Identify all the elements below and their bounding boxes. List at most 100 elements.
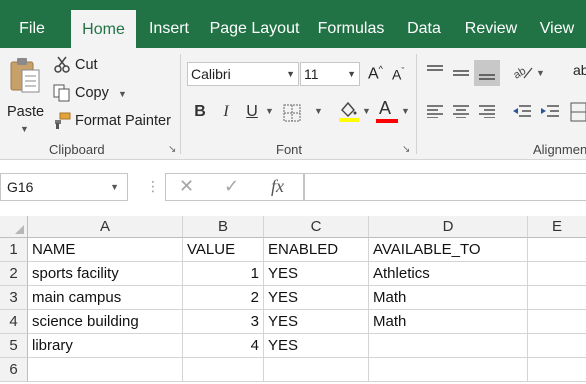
cell-e3[interactable] bbox=[528, 286, 586, 310]
cell-a6[interactable] bbox=[28, 358, 183, 382]
decrease-indent-icon[interactable] bbox=[512, 104, 532, 120]
chevron-down-icon: ▼ bbox=[286, 69, 295, 79]
align-bottom-button[interactable] bbox=[474, 60, 500, 86]
wrap-text-button[interactable]: ab bbox=[573, 62, 586, 78]
merge-center-icon[interactable] bbox=[570, 102, 586, 122]
row-header-5[interactable]: 5 bbox=[0, 334, 28, 358]
clipboard-group-label: Clipboard bbox=[49, 142, 105, 157]
tab-formulas[interactable]: Formulas bbox=[313, 10, 389, 48]
orientation-icon[interactable]: ab bbox=[512, 62, 534, 82]
align-left-icon[interactable] bbox=[426, 104, 444, 118]
borders-icon[interactable] bbox=[283, 104, 301, 122]
copy-button[interactable]: Copy bbox=[75, 85, 109, 101]
column-header-c[interactable]: C bbox=[264, 216, 369, 238]
cell-a5[interactable]: library bbox=[28, 334, 183, 358]
cell-d1[interactable]: AVAILABLE_TO bbox=[369, 238, 528, 262]
insert-function-button[interactable]: fx bbox=[258, 173, 304, 201]
font-name-select[interactable]: Calibri ▼ bbox=[187, 62, 299, 86]
font-launcher-icon[interactable]: ↘ bbox=[402, 144, 410, 155]
row-header-4[interactable]: 4 bbox=[0, 310, 28, 334]
cell-c6[interactable] bbox=[264, 358, 369, 382]
font-color-button[interactable]: A bbox=[376, 98, 398, 124]
font-size-value: 11 bbox=[304, 66, 319, 82]
row-header-2[interactable]: 2 bbox=[0, 262, 28, 286]
cell-e5[interactable] bbox=[528, 334, 586, 358]
paste-label: Paste bbox=[7, 104, 45, 120]
copy-dropdown-chevron-icon[interactable]: ▼ bbox=[118, 89, 127, 99]
increase-font-size-button[interactable]: A^ bbox=[368, 64, 383, 83]
cell-b1[interactable]: VALUE bbox=[183, 238, 264, 262]
cell-b4[interactable]: 3 bbox=[183, 310, 264, 334]
name-box[interactable]: G16 ▼ bbox=[0, 173, 128, 201]
tab-data[interactable]: Data bbox=[400, 10, 448, 48]
enter-formula-button[interactable]: ✓ bbox=[208, 173, 258, 201]
bold-button[interactable]: B bbox=[190, 100, 210, 124]
copy-icon[interactable] bbox=[53, 84, 71, 102]
orientation-dropdown-chevron-icon[interactable]: ▼ bbox=[536, 68, 545, 78]
underline-dropdown-chevron-icon[interactable]: ▼ bbox=[265, 106, 274, 116]
fill-color-icon[interactable] bbox=[338, 100, 360, 122]
chevron-down-icon[interactable]: ▼ bbox=[20, 124, 29, 134]
column-header-b[interactable]: B bbox=[183, 216, 264, 238]
cell-c1[interactable]: ENABLED bbox=[264, 238, 369, 262]
underline-button[interactable]: U bbox=[242, 100, 262, 124]
row-header-6[interactable]: 6 bbox=[0, 358, 28, 382]
group-separator bbox=[180, 54, 181, 154]
row-header-1[interactable]: 1 bbox=[0, 238, 28, 262]
cut-button[interactable]: Cut bbox=[75, 57, 98, 73]
cell-e2[interactable] bbox=[528, 262, 586, 286]
tab-view[interactable]: View bbox=[533, 10, 581, 48]
format-painter-button[interactable]: Format Painter bbox=[75, 113, 171, 129]
tab-page-layout[interactable]: Page Layout bbox=[207, 10, 302, 48]
format-painter-icon[interactable] bbox=[53, 112, 71, 130]
cell-a2[interactable]: sports facility bbox=[28, 262, 183, 286]
cell-c5[interactable]: YES bbox=[264, 334, 369, 358]
cell-b3[interactable]: 2 bbox=[183, 286, 264, 310]
tab-home[interactable]: Home bbox=[71, 10, 136, 48]
cell-e6[interactable] bbox=[528, 358, 586, 382]
fill-color-dropdown-chevron-icon[interactable]: ▼ bbox=[362, 106, 371, 116]
tab-review[interactable]: Review bbox=[459, 10, 523, 48]
tab-file[interactable]: File bbox=[6, 10, 58, 48]
column-header-a[interactable]: A bbox=[28, 216, 183, 238]
cell-c3[interactable]: YES bbox=[264, 286, 369, 310]
cell-a1[interactable]: NAME bbox=[28, 238, 183, 262]
cell-d3[interactable]: Math bbox=[369, 286, 528, 310]
align-middle-icon[interactable] bbox=[452, 66, 470, 80]
align-right-icon[interactable] bbox=[478, 104, 496, 118]
paste-button[interactable]: Paste ▼ bbox=[4, 54, 46, 134]
row-header-3[interactable]: 3 bbox=[0, 286, 28, 310]
borders-dropdown-chevron-icon[interactable]: ▼ bbox=[314, 106, 323, 116]
tab-insert[interactable]: Insert bbox=[143, 10, 195, 48]
column-header-e[interactable]: E bbox=[528, 216, 586, 238]
cell-d4[interactable]: Math bbox=[369, 310, 528, 334]
cell-d2[interactable]: Athletics bbox=[369, 262, 528, 286]
select-all-button[interactable] bbox=[0, 216, 28, 238]
increase-indent-icon[interactable] bbox=[540, 104, 560, 120]
cell-e4[interactable] bbox=[528, 310, 586, 334]
svg-text:ab: ab bbox=[512, 65, 528, 82]
decrease-font-size-button[interactable]: Aˇ bbox=[392, 66, 404, 83]
cell-e1[interactable] bbox=[528, 238, 586, 262]
font-size-select[interactable]: 11 ▼ bbox=[300, 62, 360, 86]
font-name-value: Calibri bbox=[191, 66, 231, 82]
cancel-formula-button[interactable]: ✕ bbox=[165, 173, 208, 201]
cell-b6[interactable] bbox=[183, 358, 264, 382]
formula-bar-grip-icon[interactable]: ⋮ bbox=[146, 178, 160, 195]
italic-button[interactable]: I bbox=[217, 100, 235, 124]
cell-a3[interactable]: main campus bbox=[28, 286, 183, 310]
scissors-icon[interactable] bbox=[53, 56, 71, 74]
align-center-icon[interactable] bbox=[452, 104, 470, 118]
cell-d6[interactable] bbox=[369, 358, 528, 382]
cell-a4[interactable]: science building bbox=[28, 310, 183, 334]
formula-input[interactable] bbox=[304, 173, 586, 201]
cell-d5[interactable] bbox=[369, 334, 528, 358]
cell-c2[interactable]: YES bbox=[264, 262, 369, 286]
cell-c4[interactable]: YES bbox=[264, 310, 369, 334]
cell-b2[interactable]: 1 bbox=[183, 262, 264, 286]
align-top-icon[interactable] bbox=[426, 64, 444, 78]
column-header-d[interactable]: D bbox=[369, 216, 528, 238]
font-color-dropdown-chevron-icon[interactable]: ▼ bbox=[401, 106, 410, 116]
clipboard-launcher-icon[interactable]: ↘ bbox=[168, 144, 176, 155]
cell-b5[interactable]: 4 bbox=[183, 334, 264, 358]
